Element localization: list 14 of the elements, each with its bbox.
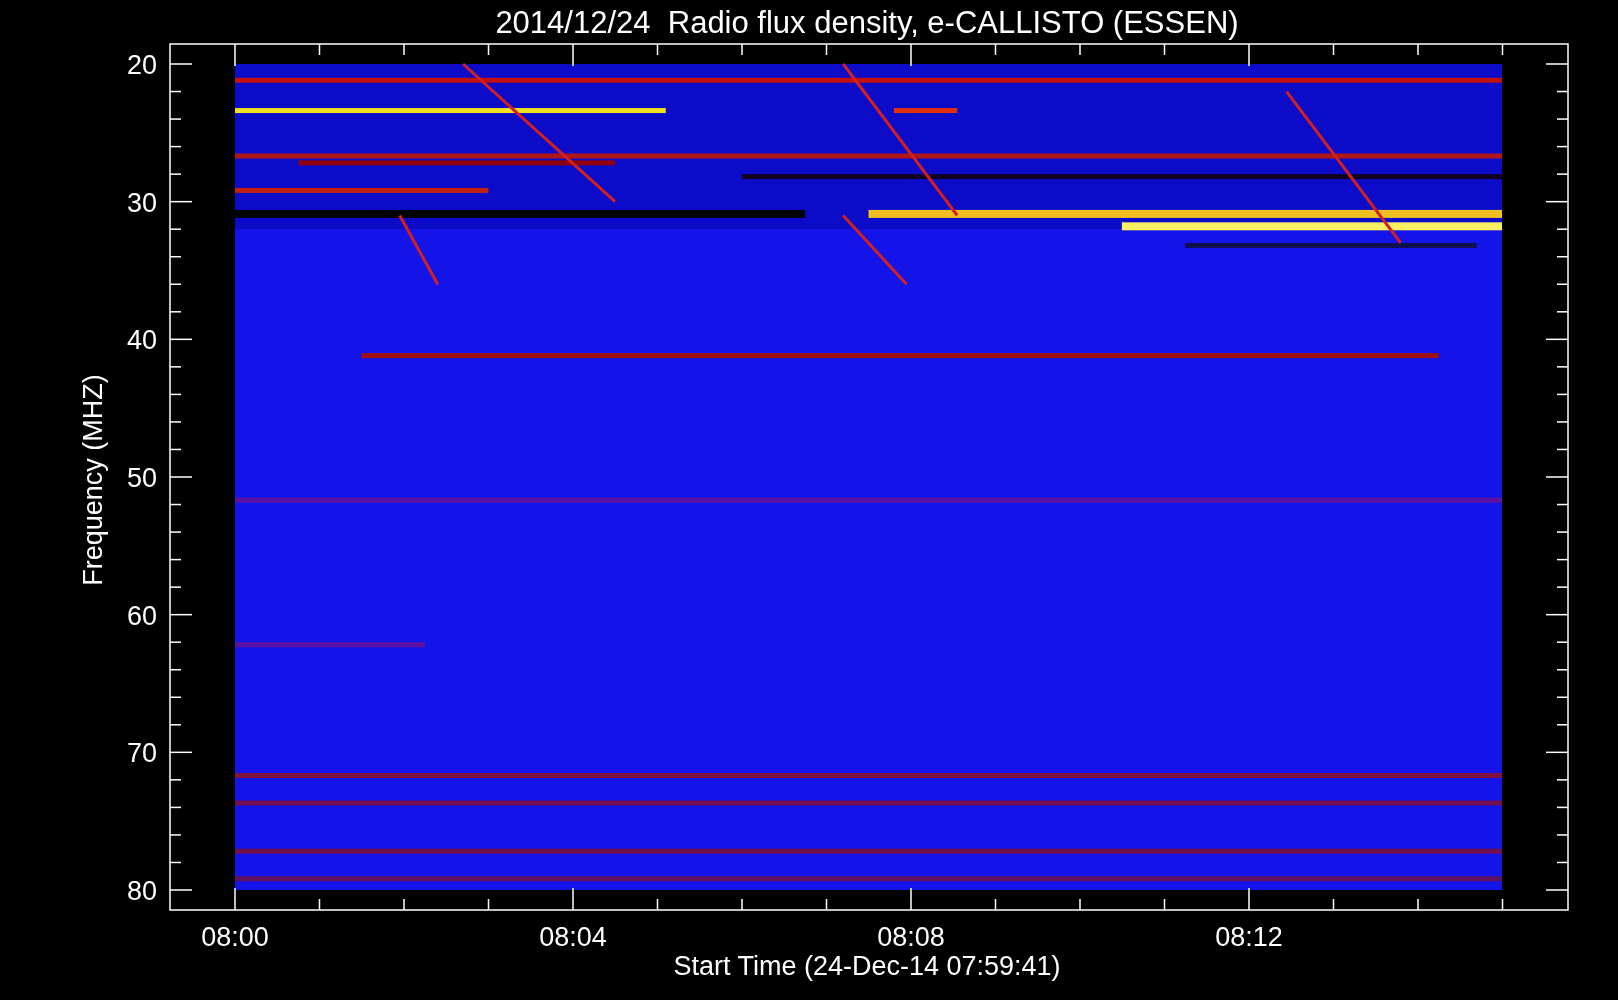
x-tick-label: 08:08	[877, 922, 945, 952]
y-tick-label: 20	[126, 50, 157, 80]
y-tick-label: 50	[126, 463, 157, 493]
y-tick-label: 70	[126, 738, 157, 769]
y-axis-label: Frequency (MHZ)	[78, 374, 108, 586]
x-tick-label: 08:12	[1215, 922, 1283, 952]
y-tick-label: 60	[126, 600, 157, 631]
y-tick-label: 30	[126, 187, 157, 218]
y-tick-label: 40	[126, 325, 157, 356]
x-tick-label: 08:00	[201, 922, 269, 952]
x-tick-label: 08:04	[539, 922, 607, 952]
x-axis-label: Start Time (24-Dec-14 07:59:41)	[673, 951, 1061, 981]
chart-title: 2014/12/24 Radio flux density, e-CALLISTO (ESSEN)	[495, 5, 1239, 40]
y-tick-label: 80	[126, 876, 157, 906]
